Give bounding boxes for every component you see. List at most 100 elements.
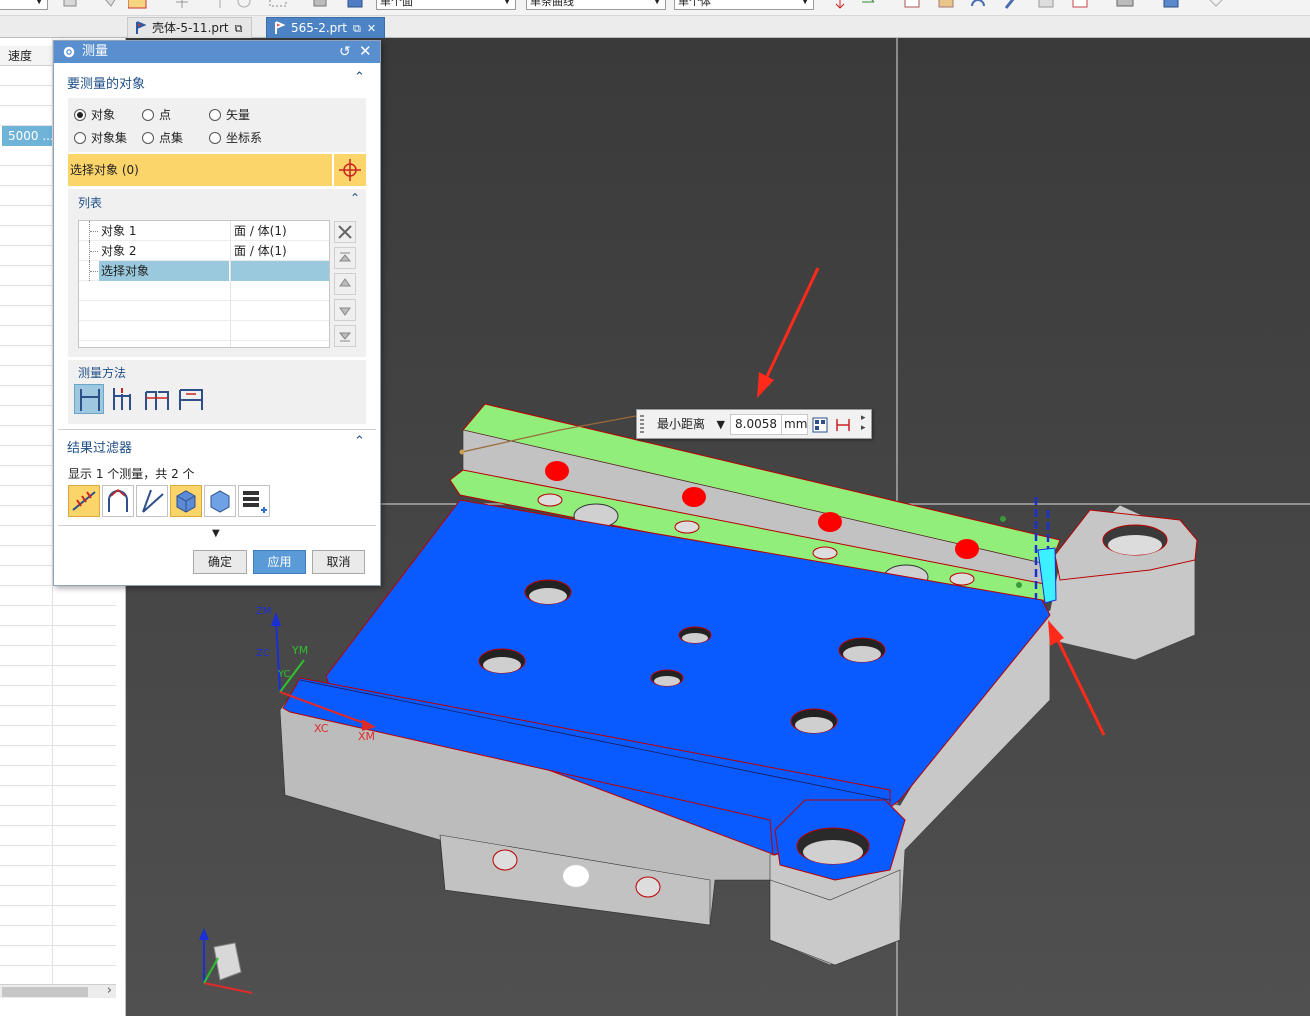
radio-object[interactable]: 对象 — [74, 108, 115, 122]
shaded-cube-icon[interactable] — [310, 0, 332, 12]
measure-mode-dropdown[interactable]: 最小距离 ▼ — [650, 414, 730, 435]
red-hole — [955, 539, 979, 559]
gear-icon[interactable] — [62, 45, 76, 59]
front-hole — [635, 876, 661, 898]
face-rule-combo[interactable]: 单个面 ▼ — [376, 0, 516, 10]
cube-tool-icon[interactable] — [60, 0, 82, 12]
blue-cube-icon[interactable] — [344, 0, 366, 12]
distance-value: 8.0058 — [730, 414, 782, 435]
method-distance-button[interactable] — [74, 384, 104, 414]
filter-vector-button[interactable] — [136, 485, 168, 517]
distance-unit: mm — [782, 414, 808, 435]
close-tab-icon[interactable]: ✕ — [367, 22, 376, 35]
radio-vector[interactable]: 矢量 — [209, 108, 250, 122]
select-object-bar[interactable]: 选择对象 (0) — [68, 154, 332, 186]
filter-angle-button[interactable] — [102, 485, 134, 517]
body-rule-combo[interactable]: 单个体 ▼ — [674, 0, 814, 10]
solid-cube-icon[interactable] — [1160, 0, 1182, 12]
scroll-right-icon[interactable]: › — [107, 983, 112, 998]
radio-csys[interactable]: 坐标系 — [209, 131, 262, 145]
cancel-button[interactable]: 取消 — [312, 550, 365, 574]
expand-more-icon[interactable]: ▼ — [212, 528, 220, 539]
view-icon[interactable] — [936, 0, 958, 12]
list-row-selected[interactable]: 选择对象 — [79, 261, 329, 281]
filter-info-text: 显示 1 个测量，共 2 个 — [68, 467, 195, 481]
ear-hole-inner — [1108, 535, 1162, 555]
rail-hole — [812, 546, 838, 560]
close-icon[interactable]: ✕ — [359, 40, 372, 62]
list-filter-icon — [243, 491, 267, 513]
curve-rule-combo[interactable]: 单条曲线 ▼ — [526, 0, 666, 10]
method-projected-button[interactable] — [108, 384, 138, 414]
front-hole — [563, 865, 589, 887]
rail-hole — [537, 493, 563, 507]
body-filter-icon — [176, 490, 196, 513]
filter-distance-button[interactable] — [68, 485, 100, 517]
calculator-icon[interactable] — [812, 417, 828, 433]
move-to-top-button[interactable] — [334, 247, 356, 269]
dialog-title-bar[interactable]: 测量 ↺ ✕ — [54, 41, 380, 63]
selected-cell[interactable]: 5000 ... — [2, 126, 52, 146]
arrow-right-icon[interactable] — [858, 0, 880, 12]
collapse-icon[interactable]: ⌃ — [350, 191, 360, 205]
dropdown-arrow-icon: ▼ — [716, 418, 725, 431]
radio-point[interactable]: 点 — [142, 108, 171, 122]
delete-button[interactable] — [334, 221, 356, 243]
tab-shell-part[interactable]: 壳体-5-11.prt ⧉ — [127, 17, 252, 38]
popup-more-icon[interactable]: ▸ ▸ — [861, 413, 866, 433]
horizontal-scrollbar[interactable]: › — [0, 983, 116, 998]
ok-button[interactable]: 确定 — [193, 550, 247, 574]
filter-body-button[interactable] — [170, 485, 202, 517]
rotate-icon[interactable] — [968, 0, 990, 12]
list-row[interactable]: 对象 2面 / 体(1) — [79, 241, 329, 261]
tab-565-part[interactable]: 565-2.prt ⧉ ✕ — [266, 17, 386, 38]
move-to-bottom-button[interactable] — [334, 325, 356, 347]
snap-point-icon[interactable] — [172, 0, 194, 12]
move-bottom-icon — [338, 332, 352, 342]
filter-solid-button[interactable] — [204, 485, 236, 517]
move-down-icon — [339, 307, 351, 316]
annotation-arrow — [761, 267, 820, 386]
crosshair-select-button[interactable] — [334, 154, 366, 186]
move-down-icon[interactable] — [830, 0, 852, 12]
method-length-button[interactable] — [176, 384, 206, 414]
radio-point-set[interactable]: 点集 — [142, 131, 183, 145]
zc-label: ZC — [256, 648, 270, 659]
section-icon[interactable] — [1070, 0, 1092, 12]
delete-icon — [338, 225, 352, 239]
section-objects-header[interactable]: 要测量的对象 — [67, 73, 145, 92]
apply-button[interactable]: 应用 — [253, 550, 306, 574]
snap-arc-icon[interactable] — [234, 0, 256, 12]
snap-grid-icon[interactable] — [210, 0, 232, 12]
pen-icon[interactable] — [1000, 0, 1022, 12]
more-tools-icon[interactable] — [1204, 0, 1226, 12]
box-select-icon[interactable] — [268, 0, 290, 12]
dimension-icon[interactable] — [835, 417, 851, 433]
scrollbar-thumb[interactable] — [2, 987, 88, 997]
layer-icon[interactable] — [1036, 0, 1058, 12]
list-row[interactable]: 对象 1面 / 体(1) — [79, 221, 329, 241]
filter-list-button[interactable] — [238, 485, 270, 517]
list-header[interactable]: 列表 — [78, 194, 102, 211]
red-hole — [818, 512, 842, 532]
part-file-icon — [275, 21, 286, 34]
xm-label: XM — [358, 730, 376, 743]
move-up-button[interactable] — [334, 273, 356, 295]
yc-label: YC — [278, 669, 291, 680]
filter-section-header[interactable]: 结果过滤器 — [67, 437, 132, 456]
method-screen-button[interactable] — [142, 384, 172, 414]
drag-handle[interactable] — [640, 415, 644, 435]
printer-icon[interactable] — [1114, 0, 1136, 12]
view-triad — [199, 928, 253, 994]
funnel-tool-icon[interactable] — [128, 0, 150, 12]
top-toolbar: ▼ 单个面 ▼ 单条曲线 ▼ 单个体 ▼ — [0, 0, 1310, 16]
measure-dialog: 测量 ↺ ✕ 要测量的对象 ⌃ 对象 点 矢量 对象集 点集 坐标系 选择对象 … — [53, 40, 381, 586]
collapse-icon[interactable]: ⌃ — [354, 70, 365, 85]
collapse-icon[interactable]: ⌃ — [354, 434, 365, 449]
reset-icon[interactable]: ↺ — [339, 41, 351, 63]
toolbar-combo-left[interactable]: ▼ — [0, 0, 48, 10]
move-down-button[interactable] — [334, 299, 356, 321]
filter-tool-icon[interactable] — [100, 0, 122, 12]
radio-object-set[interactable]: 对象集 — [74, 131, 127, 145]
zoom-fit-icon[interactable] — [902, 0, 924, 12]
